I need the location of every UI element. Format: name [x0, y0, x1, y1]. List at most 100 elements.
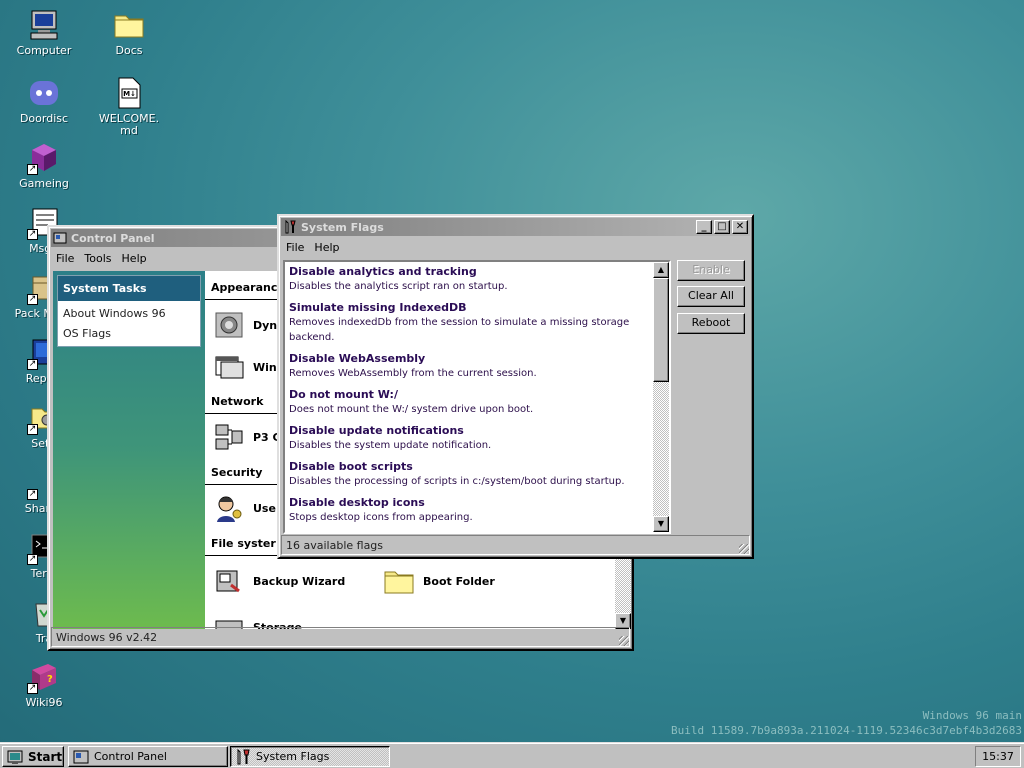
taskbar-item-label: System Flags [256, 750, 330, 763]
menu-help[interactable]: Help [309, 241, 344, 254]
start-logo-icon [7, 749, 23, 765]
desktop-icon-wiki96[interactable]: ? ↗ Wiki96 [9, 660, 79, 709]
tools-icon [283, 219, 297, 234]
task-about-windows[interactable]: About Windows 96 [58, 301, 200, 323]
flag-item[interactable]: Disable update notifications Disables th… [285, 417, 669, 453]
flag-item[interactable]: Disable WebAssembly Removes WebAssembly … [285, 345, 669, 381]
shortcut-arrow-icon: ↗ [27, 489, 38, 500]
task-os-flags[interactable]: OS Flags [58, 323, 200, 346]
section-security: Security [211, 466, 263, 479]
backup-wizard-icon [213, 565, 245, 597]
desktop-icon-gameing[interactable]: ↗ Gameing [9, 141, 79, 190]
system-flags-statusbar: 16 available flags [281, 535, 750, 555]
taskbar-item-system-flags[interactable]: System Flags [230, 746, 390, 767]
flag-item[interactable]: Do not mount W:/ Does not mount the W:/ … [285, 381, 669, 417]
item-label: Win [253, 360, 277, 374]
system-tray-clock[interactable]: 15:37 [975, 746, 1021, 767]
desktop-icon-label: Computer [16, 44, 72, 57]
menu-tools[interactable]: Tools [79, 252, 116, 265]
minimize-button[interactable]: _ [696, 220, 712, 234]
tools-icon [235, 748, 251, 765]
flags-list: Disable analytics and tracking Disables … [283, 260, 671, 534]
build-line-2: Build 11589.7b9a893a.211024-1119.52346c3… [671, 724, 1022, 737]
menu-help[interactable]: Help [117, 252, 152, 265]
taskbar-item-control-panel[interactable]: Control Panel [68, 746, 228, 767]
section-filesystem: File syster [211, 537, 276, 550]
desktop-icon-label: WELCOME.md [98, 112, 160, 137]
item-boot-folder[interactable]: Boot Folder [383, 565, 495, 597]
window-title: System Flags [301, 220, 384, 234]
flag-description: Removes indexedDb from the session to si… [289, 317, 630, 343]
system-flags-window[interactable]: System Flags _ □ ✕ File Help Disable ana… [277, 214, 754, 559]
flags-scrollbar[interactable]: ▲ ▼ [653, 262, 669, 532]
wiki-book-icon: ? ↗ [27, 660, 61, 694]
flag-title: Do not mount W:/ [289, 388, 398, 401]
folder-icon [112, 8, 146, 42]
control-panel-statusbar: Windows 96 v2.42 [51, 627, 630, 647]
shortcut-arrow-icon: ↗ [27, 554, 38, 565]
wallpaper-icon [213, 309, 245, 341]
scroll-down-button[interactable]: ▼ [653, 516, 669, 532]
maximize-button[interactable]: □ [714, 220, 730, 234]
flag-item[interactable]: Simulate missing IndexedDB Removes index… [285, 294, 669, 345]
item-users[interactable]: Use [213, 492, 276, 524]
window-icon [213, 351, 245, 383]
menu-file[interactable]: File [51, 252, 79, 265]
game-cube-icon: ↗ [27, 141, 61, 175]
svg-text:?: ? [47, 674, 53, 685]
flag-title: Disable analytics and tracking [289, 265, 477, 278]
flag-item[interactable]: Disable analytics and tracking Disables … [285, 262, 669, 294]
item-label: Use [253, 501, 276, 515]
user-key-icon [213, 492, 245, 524]
flag-description: Disables the processing of scripts in c:… [289, 476, 625, 487]
desktop-icon-docs[interactable]: Docs [94, 8, 164, 57]
close-button[interactable]: ✕ [732, 220, 748, 234]
control-panel-sidebar: System Tasks About Windows 96 OS Flags [53, 271, 205, 629]
network-computers-icon [213, 421, 245, 453]
flag-item[interactable]: Disable boot scripts Disables the proces… [285, 453, 669, 489]
system-tasks-header: System Tasks [58, 276, 200, 301]
item-backup-wizard[interactable]: Backup Wizard [213, 565, 345, 597]
desktop-icon-doordisc[interactable]: Doordisc [9, 76, 79, 125]
computer-icon [27, 8, 61, 42]
system-tasks-panel: System Tasks About Windows 96 OS Flags [57, 275, 201, 347]
flag-title: Disable desktop icons [289, 496, 425, 509]
desktop-icon-label: Wiki96 [25, 696, 63, 709]
scroll-thumb[interactable] [653, 278, 669, 382]
flag-item[interactable]: Disable desktop icons Stops desktop icon… [285, 489, 669, 525]
markdown-file-icon: M↓ [112, 76, 146, 110]
status-text: Windows 96 v2.42 [56, 631, 158, 644]
item-label: Backup Wizard [253, 574, 346, 588]
shortcut-arrow-icon: ↗ [27, 229, 38, 240]
clear-all-button[interactable]: Clear All [677, 286, 745, 307]
flag-title: Disable WebAssembly [289, 352, 426, 365]
flag-description: Removes WebAssembly from the current ses… [289, 368, 537, 379]
desktop-icon-welcome[interactable]: M↓ WELCOME.md [94, 76, 164, 137]
enable-button[interactable]: Enable [677, 260, 745, 281]
start-button[interactable]: Start [2, 746, 64, 767]
resize-grip[interactable] [739, 544, 749, 554]
scroll-up-button[interactable]: ▲ [653, 262, 669, 278]
shortcut-arrow-icon: ↗ [27, 294, 38, 305]
reboot-button[interactable]: Reboot [677, 313, 745, 334]
item-windows[interactable]: Win [213, 351, 277, 383]
shortcut-arrow-icon: ↗ [27, 424, 38, 435]
desktop-icon-computer[interactable]: Computer [9, 8, 79, 57]
svg-text:M↓: M↓ [123, 90, 136, 98]
system-flags-menubar: File Help [279, 238, 752, 256]
desktop-icon-label: Docs [115, 44, 143, 57]
desktop-icon-label: Gameing [19, 177, 69, 190]
start-label: Start [28, 749, 63, 764]
menu-file[interactable]: File [281, 241, 309, 254]
item-p3[interactable]: P3 C [213, 421, 281, 453]
status-text: 16 available flags [286, 539, 384, 552]
system-flags-titlebar[interactable]: System Flags _ □ ✕ [281, 218, 750, 236]
build-line-1: Windows 96 main [922, 709, 1022, 722]
resize-grip[interactable] [619, 636, 629, 646]
flag-title: Simulate missing IndexedDB [289, 301, 467, 314]
control-panel-icon [53, 231, 67, 245]
flag-description: Does not mount the W:/ system drive upon… [289, 404, 534, 415]
desktop-icon-label: Doordisc [19, 112, 69, 125]
flag-title: Disable update notifications [289, 424, 464, 437]
item-dynamic[interactable]: Dyn [213, 309, 277, 341]
